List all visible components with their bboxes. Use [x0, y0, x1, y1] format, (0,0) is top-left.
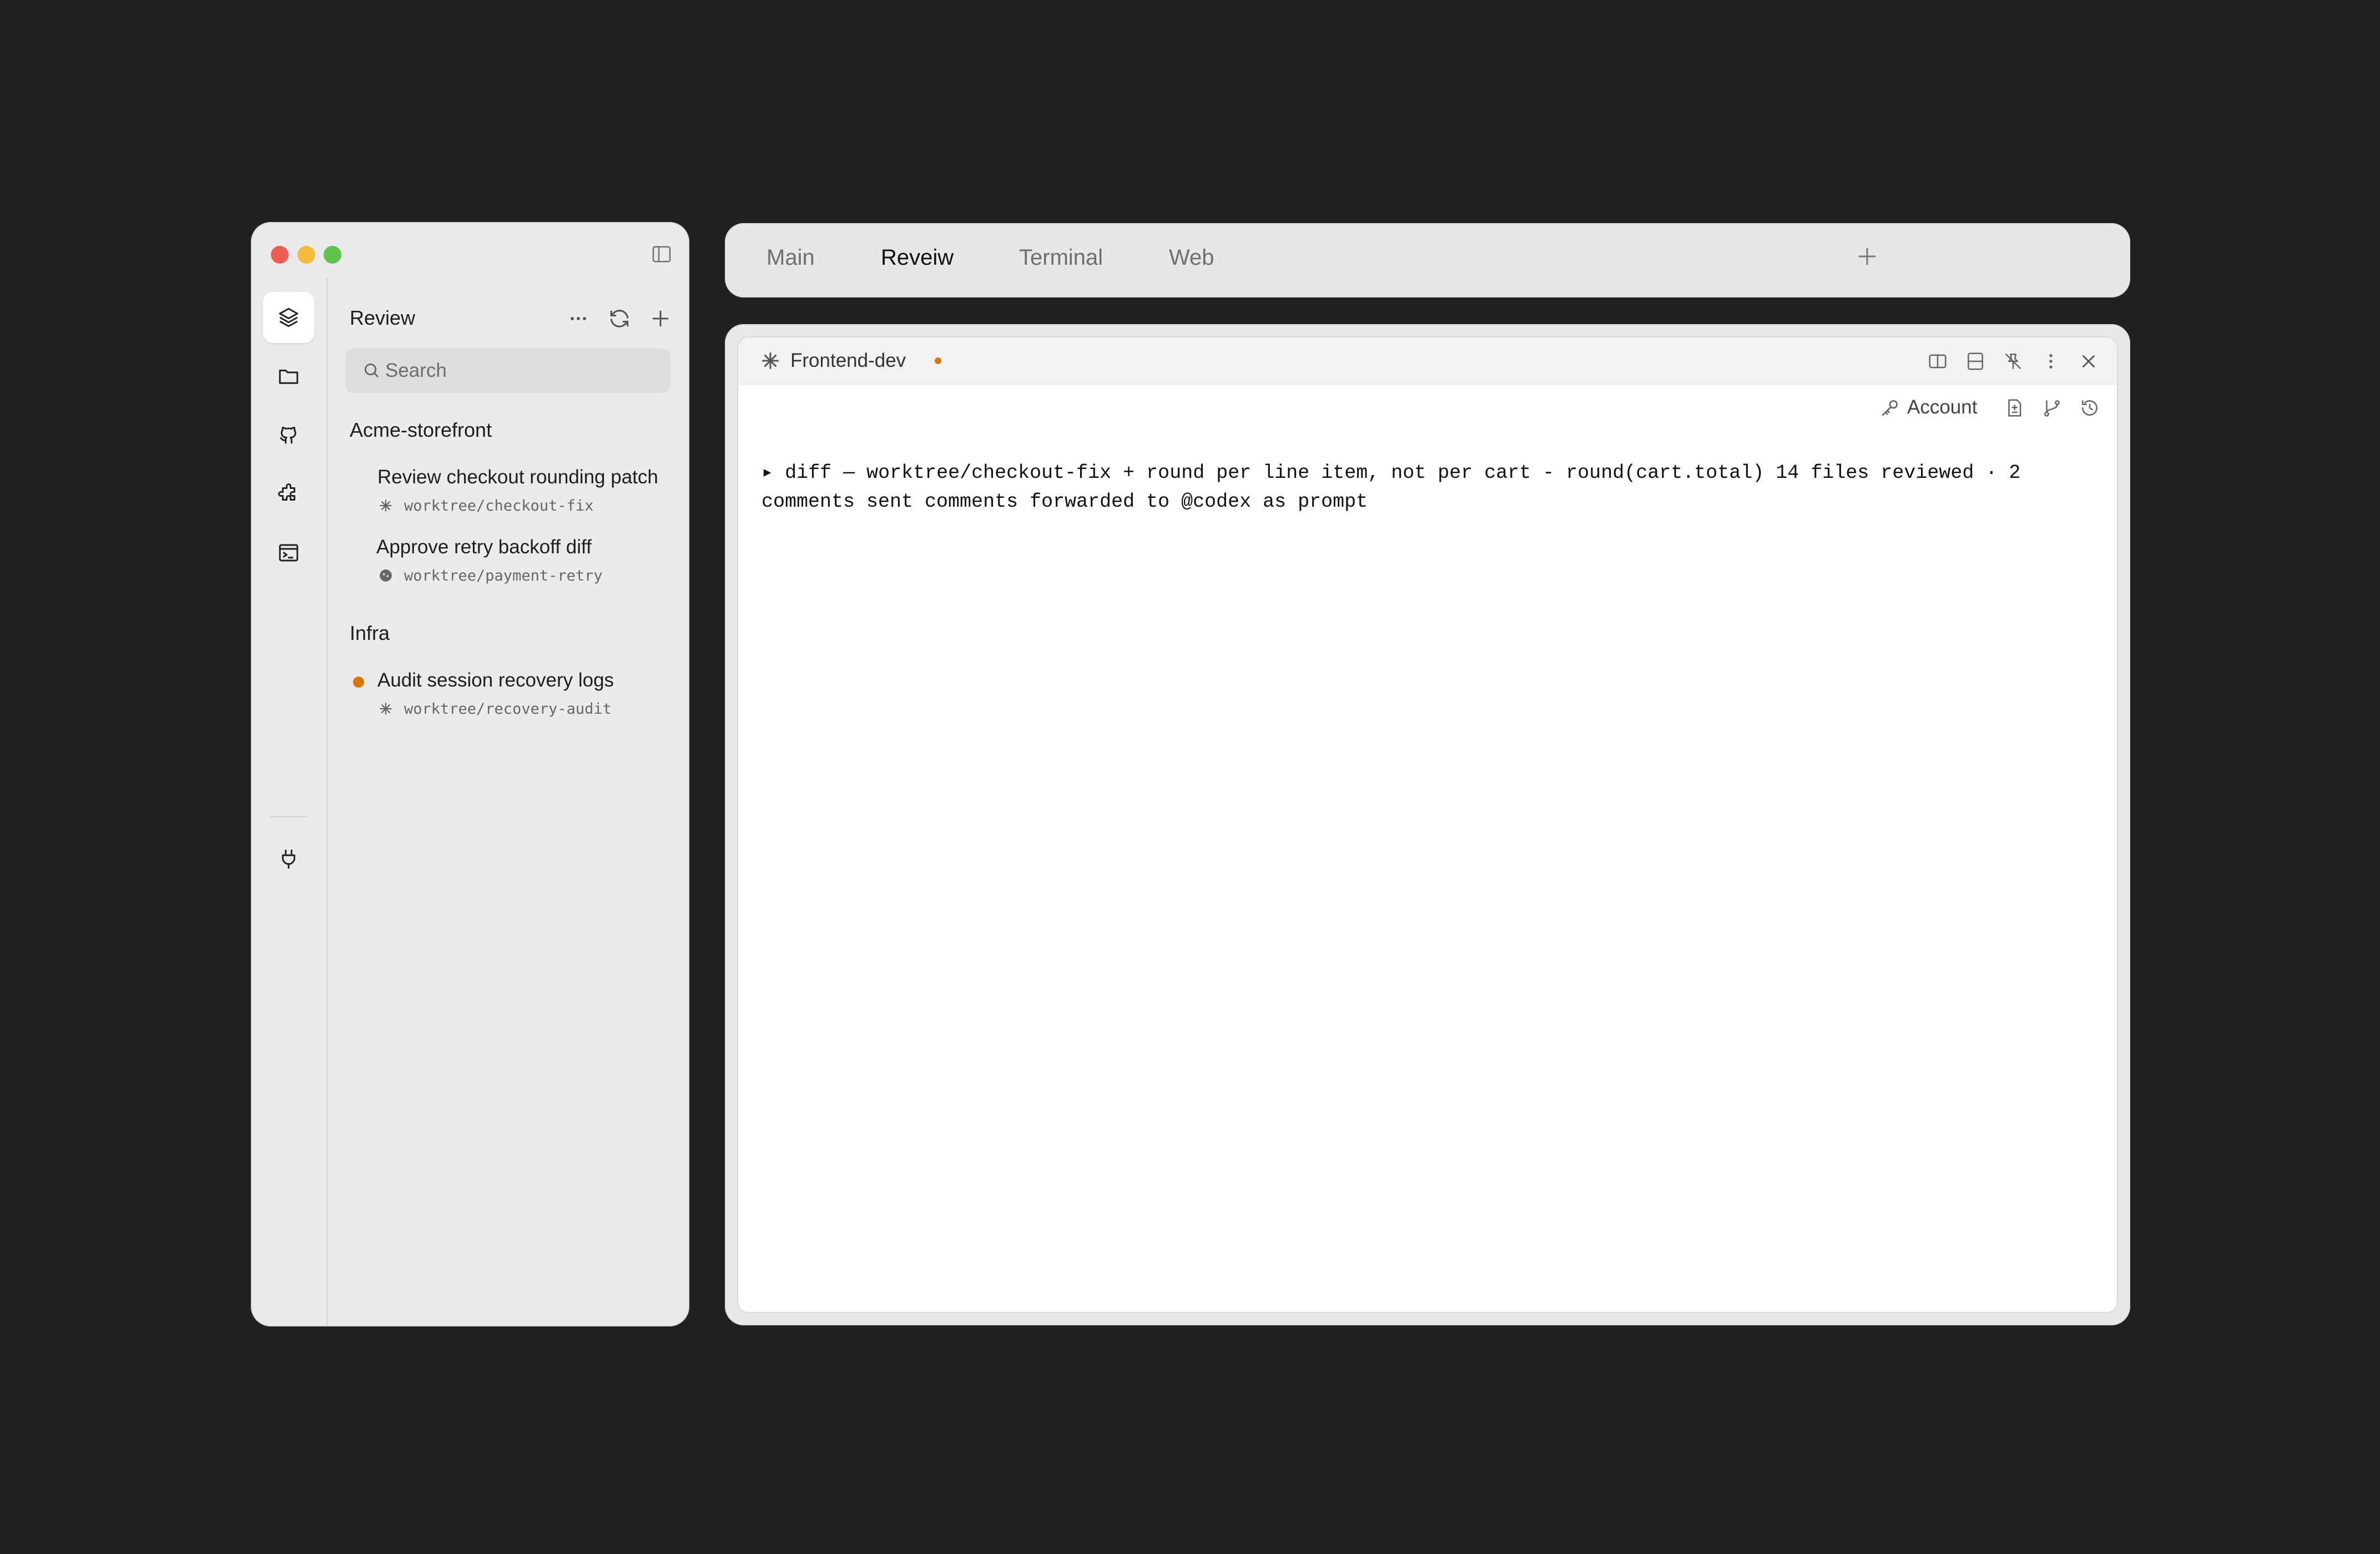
search-placeholder: Search [385, 360, 447, 381]
task-branch: worktree/recovery-audit [404, 700, 612, 718]
folder-icon [279, 370, 299, 384]
git-branch-icon[interactable] [2041, 397, 2063, 418]
spark-icon [380, 703, 392, 715]
github-icon [280, 426, 296, 444]
spark-icon [380, 500, 392, 512]
agent-icon [380, 569, 392, 582]
rail-item-integrations[interactable] [263, 834, 314, 885]
tab-web[interactable]: Web [1169, 245, 1214, 270]
add-icon[interactable] [648, 306, 673, 331]
tab-review[interactable]: Reveiw [881, 245, 954, 270]
tab-bar: Main Reveiw Terminal Web [725, 223, 2130, 297]
file-diff-icon[interactable] [2004, 397, 2025, 418]
key-icon [1882, 400, 1898, 416]
rail-divider [270, 816, 307, 818]
rail-item-files[interactable] [263, 351, 314, 402]
terminal-output[interactable]: ▸ diff — worktree/checkout-fix + round p… [762, 458, 2099, 516]
pane-header: Frontend-dev [738, 337, 2117, 385]
group-label-infra: Infra [350, 622, 390, 644]
rail-item-workspaces[interactable] [263, 292, 314, 343]
split-horizontal-icon[interactable] [1965, 351, 1986, 372]
search-input[interactable]: Search [345, 349, 670, 393]
rail-item-extensions[interactable] [263, 468, 314, 519]
rail-item-terminal[interactable] [263, 527, 314, 578]
task-branch: worktree/checkout-fix [404, 497, 594, 514]
more-vertical-icon[interactable] [2040, 351, 2061, 372]
unsaved-indicator [935, 357, 941, 364]
minimize-window-button[interactable] [298, 246, 315, 264]
split-vertical-icon[interactable] [1927, 351, 1948, 372]
task-title: Audit session recovery logs [377, 669, 614, 691]
unread-indicator [353, 677, 364, 688]
history-icon[interactable] [2079, 397, 2100, 418]
search-icon [364, 363, 379, 377]
account-label: Account [1907, 396, 1978, 418]
panel-title: Review [350, 306, 416, 329]
spark-icon [762, 352, 779, 369]
add-tab-icon[interactable] [1854, 243, 1880, 270]
close-icon[interactable] [2078, 351, 2099, 372]
sidebar-toggle-icon[interactable] [651, 243, 673, 265]
puzzle-icon [278, 483, 295, 501]
plug-icon [282, 849, 295, 869]
zoom-window-button[interactable] [324, 246, 341, 264]
terminal-pane[interactable]: Frontend-dev Account ▸ diff — worktree/c… [738, 337, 2117, 1312]
group-label-acme-storefront: Acme-storefront [350, 418, 492, 441]
refresh-icon[interactable] [607, 306, 632, 331]
task-title: Approve retry backoff diff [376, 536, 592, 558]
tab-main[interactable]: Main [767, 245, 815, 270]
more-icon[interactable] [566, 306, 591, 331]
activity-rail [251, 278, 328, 1326]
task-title: Review checkout rounding patch [377, 466, 658, 488]
layers-icon [279, 307, 299, 327]
close-window-button[interactable] [271, 246, 289, 264]
rail-item-github[interactable] [263, 410, 314, 461]
task-branch: worktree/payment-retry [404, 567, 603, 584]
tab-terminal[interactable]: Terminal [1019, 245, 1103, 270]
unpin-icon[interactable] [2003, 351, 2024, 372]
pane-title: Frontend-dev [790, 350, 906, 371]
terminal-window: Frontend-dev Account ▸ diff — worktree/c… [725, 324, 2130, 1325]
terminal-window-icon [279, 544, 299, 562]
